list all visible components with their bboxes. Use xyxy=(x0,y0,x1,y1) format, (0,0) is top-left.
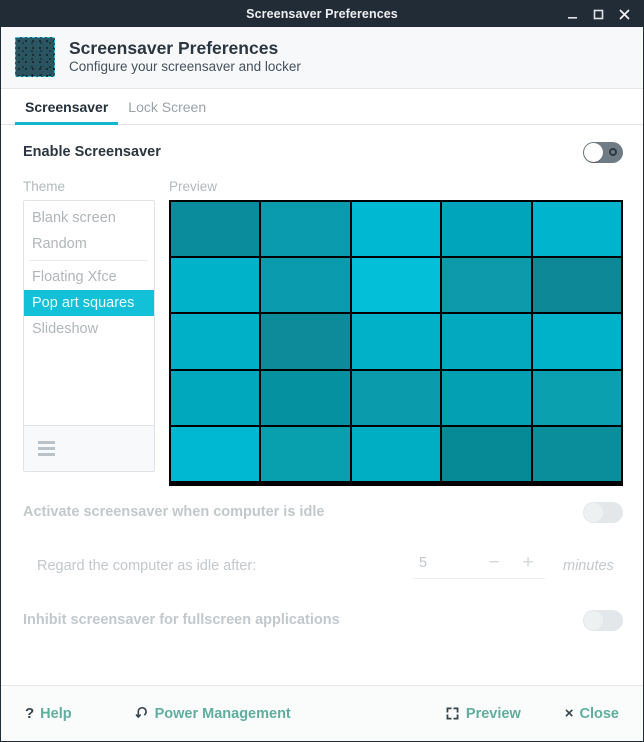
preview-cell xyxy=(261,258,350,313)
tab-screensaver[interactable]: Screensaver xyxy=(15,95,119,125)
hamburger-menu-icon[interactable] xyxy=(38,441,55,456)
window-controls xyxy=(565,7,643,21)
preview-cell xyxy=(351,426,441,481)
power-refresh-icon xyxy=(134,706,149,721)
titlebar: Screensaver Preferences xyxy=(1,1,643,27)
idle-delay-value[interactable]: 5 xyxy=(413,555,477,571)
preview-cell xyxy=(171,370,260,425)
enable-screensaver-toggle[interactable] xyxy=(583,141,623,163)
preview-cell xyxy=(171,314,260,369)
preview-cell xyxy=(532,202,621,257)
theme-list-separator xyxy=(30,260,148,261)
theme-list[interactable]: Blank screen Random Floating Xfce Pop ar… xyxy=(24,201,154,425)
preview-cell xyxy=(442,202,531,257)
idle-delay-label: Regard the computer as idle after: xyxy=(37,558,257,574)
theme-label: Theme xyxy=(23,179,66,194)
page-title: Screensaver Preferences xyxy=(69,37,279,58)
fullscreen-brackets-icon xyxy=(445,706,460,721)
screensaver-preferences-window: Screensaver Preferences Screensaver Pref… xyxy=(0,0,644,742)
close-button[interactable]: × Close xyxy=(565,705,619,722)
idle-delay-increment-button[interactable]: + xyxy=(511,553,545,572)
help-button-label: Help xyxy=(40,705,72,722)
close-x-icon: × xyxy=(564,705,574,722)
theme-item-blank-screen[interactable]: Blank screen xyxy=(24,205,154,231)
preview-grid xyxy=(171,202,621,481)
preview-cell xyxy=(261,314,350,369)
toggle-knob xyxy=(584,142,603,162)
preview-cell xyxy=(351,202,441,257)
titlebar-title: Screensaver Preferences xyxy=(246,7,398,21)
preview-cell xyxy=(351,258,441,313)
preview-cell xyxy=(351,370,441,425)
theme-item-slideshow[interactable]: Slideshow xyxy=(24,316,154,342)
header: Screensaver Preferences Configure your s… xyxy=(1,27,643,89)
theme-list-footer xyxy=(24,425,154,471)
enable-screensaver-label: Enable Screensaver xyxy=(23,144,161,160)
screensaver-preview[interactable] xyxy=(169,200,623,486)
enable-screensaver-row: Enable Screensaver xyxy=(15,125,629,179)
idle-delay-units: minutes xyxy=(563,558,614,574)
preview-cell xyxy=(171,202,260,257)
power-management-button[interactable]: Power Management xyxy=(134,706,291,722)
theme-item-pop-art-squares[interactable]: Pop art squares xyxy=(24,290,154,316)
tabbar: Screensaver Lock Screen xyxy=(1,89,643,125)
preview-label: Preview xyxy=(169,179,218,194)
preview-button-label: Preview xyxy=(465,705,521,722)
theme-list-wrapper: Blank screen Random Floating Xfce Pop ar… xyxy=(23,200,155,472)
idle-settings: Activate screensaver when computer is id… xyxy=(15,486,629,646)
preview-cell xyxy=(261,202,350,257)
preview-cell xyxy=(261,370,350,425)
idle-delay-row: Regard the computer as idle after: 5 − +… xyxy=(23,538,623,594)
preview-cell xyxy=(442,314,531,369)
header-text: Screensaver Preferences Configure your s… xyxy=(69,38,301,75)
idle-delay-spinner[interactable]: 5 − + xyxy=(413,553,545,579)
preview-cell xyxy=(171,426,260,481)
theme-item-random[interactable]: Random xyxy=(24,231,154,257)
page-subtitle: Configure your screensaver and locker xyxy=(69,58,301,74)
activate-when-idle-label: Activate screensaver when computer is id… xyxy=(23,504,325,520)
preview-cell xyxy=(532,314,621,369)
preview-cell xyxy=(171,258,260,313)
screensaver-app-icon xyxy=(15,36,55,77)
toggle-off-mark-icon xyxy=(609,148,617,156)
theme-picker: Theme Blank screen Random Floating Xfce … xyxy=(15,179,629,486)
minimize-icon[interactable] xyxy=(565,7,579,21)
preview-button[interactable]: Preview xyxy=(445,706,521,722)
toggle-knob xyxy=(584,610,603,630)
preview-column: Preview xyxy=(169,179,623,486)
preview-cell xyxy=(532,258,621,313)
preview-cell xyxy=(532,426,621,481)
question-mark-icon: ? xyxy=(25,705,35,722)
theme-item-floating-xfce[interactable]: Floating Xfce xyxy=(24,264,154,290)
window-close-icon[interactable] xyxy=(617,7,631,21)
inhibit-fullscreen-row: Inhibit screensaver for fullscreen appli… xyxy=(23,594,623,646)
maximize-icon[interactable] xyxy=(591,7,605,21)
preview-cell xyxy=(442,258,531,313)
close-button-label: Close xyxy=(579,705,620,722)
inhibit-fullscreen-label: Inhibit screensaver for fullscreen appli… xyxy=(23,612,340,628)
footer-actions: ? Help Power Management Preview × Close xyxy=(1,685,643,741)
theme-column: Theme Blank screen Random Floating Xfce … xyxy=(23,179,155,486)
preview-cell xyxy=(532,370,621,425)
preview-cell xyxy=(351,314,441,369)
idle-delay-decrement-button[interactable]: − xyxy=(477,553,511,572)
power-management-button-label: Power Management xyxy=(154,705,291,722)
preview-cell xyxy=(442,426,531,481)
inhibit-fullscreen-toggle[interactable] xyxy=(583,609,623,631)
preview-cell xyxy=(261,426,350,481)
toggle-knob xyxy=(584,502,603,522)
tab-lock-screen[interactable]: Lock Screen xyxy=(118,95,216,125)
help-button[interactable]: ? Help xyxy=(25,705,72,722)
preview-cell xyxy=(442,370,531,425)
activate-when-idle-row: Activate screensaver when computer is id… xyxy=(23,486,623,538)
content-area: Enable Screensaver Theme Blank screen Ra… xyxy=(1,125,643,685)
activate-when-idle-toggle[interactable] xyxy=(583,501,623,523)
